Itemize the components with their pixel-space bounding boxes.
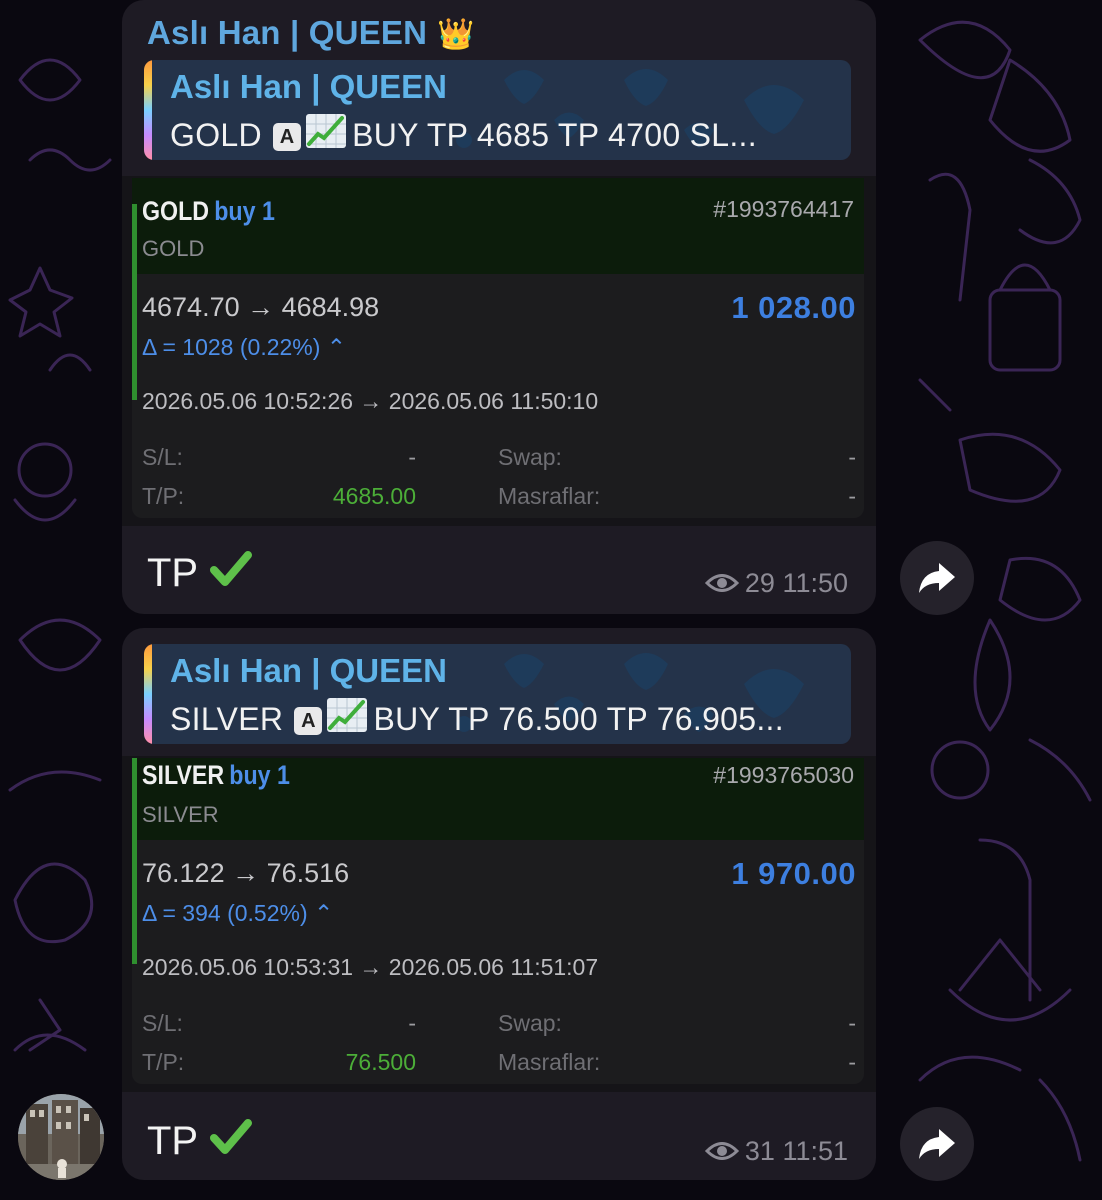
position-ticket: #1993765030: [713, 762, 854, 788]
position-side: buy 1: [214, 196, 275, 226]
message-meta: 29 11:50: [704, 568, 848, 599]
position-symbol: GOLD buy 1: [142, 196, 275, 227]
position-profit: 1 028.00: [731, 290, 856, 325]
open-close-times: 2026.05.06 10:52:26 → 2026.05.06 11:50:1…: [142, 388, 599, 414]
crown-icon: 👑: [437, 18, 475, 51]
tp-label: T/P:: [142, 1049, 185, 1075]
position-symbol: SILVER buy 1: [142, 760, 290, 791]
open-close-times: 2026.05.06 10:53:31 → 2026.05.06 11:51:0…: [142, 954, 599, 980]
open-close-prices: 76.122 → 76.516: [142, 858, 350, 888]
avatar-image: [18, 1094, 104, 1180]
swap-value: -: [848, 1010, 856, 1036]
swap-label: Swap:: [498, 444, 562, 470]
chart-increasing-icon: [327, 698, 368, 732]
channel-avatar[interactable]: [18, 1094, 104, 1180]
forward-arrow-icon: [919, 563, 955, 593]
reply-message: BUY TP 4685 TP 4700 SL...: [352, 117, 757, 153]
chart-increasing-icon: [306, 114, 347, 148]
message-time: 11:50: [782, 568, 848, 598]
view-count: 31: [744, 1136, 775, 1166]
reply-color-bar: [144, 60, 152, 160]
tp-value: 76.500: [345, 1049, 416, 1075]
sender-name[interactable]: Aslı Han | QUEEN 👑: [147, 14, 475, 52]
a-button-icon: A: [294, 707, 323, 735]
trade-screenshot[interactable]: SILVER buy 1 #1993765030 SILVER 76.122 → …: [122, 756, 876, 1092]
view-count: 29: [744, 568, 775, 598]
fees-value: -: [848, 483, 856, 509]
caption-text: TP: [147, 551, 199, 595]
message-bubble[interactable]: Aslı Han | QUEEN 👑 Aslı Han | QUEEN GOLD …: [122, 0, 876, 614]
trade-screenshot[interactable]: GOLD buy 1 #1993764417 GOLD 4674.70 → 468…: [122, 176, 876, 526]
reply-message: BUY TP 76.500 TP 76.905...: [373, 701, 784, 737]
position-indicator: [132, 758, 137, 964]
check-mark-icon: [210, 1119, 253, 1154]
reply-sender: Aslı Han | QUEEN: [170, 652, 447, 689]
eye-icon: [704, 1142, 739, 1160]
message-meta: 31 11:51: [704, 1136, 848, 1167]
open-close-prices: 4674.70 → 4684.98: [142, 292, 380, 322]
symbol-text: SILVER: [142, 760, 225, 790]
caption-text: TP: [147, 1119, 199, 1163]
position-indicator: [132, 204, 137, 400]
position-description: SILVER: [142, 802, 219, 827]
reply-text: SILVER A BUY TP 76.500 TP 76.905...: [170, 696, 784, 738]
position-card: SILVER buy 1 #1993765030 SILVER 76.122 → …: [132, 758, 864, 1084]
message-caption: TP: [147, 1118, 253, 1164]
eye-icon: [704, 574, 739, 592]
tp-value: 4685.00: [332, 483, 416, 509]
sl-label: S/L:: [142, 1010, 183, 1036]
message-caption: TP: [147, 550, 253, 596]
sl-label: S/L:: [142, 444, 183, 470]
position-description: GOLD: [142, 236, 205, 261]
forward-arrow-icon: [919, 1129, 955, 1159]
fees-value: -: [848, 1049, 856, 1075]
forward-button[interactable]: [900, 541, 974, 615]
position-profit: 1 970.00: [731, 856, 856, 891]
message-time: 11:51: [782, 1136, 848, 1166]
sl-value: -: [408, 1010, 416, 1036]
tp-label: T/P:: [142, 483, 185, 509]
swap-label: Swap:: [498, 1010, 562, 1036]
reply-sender: Aslı Han | QUEEN: [170, 68, 447, 105]
reply-text: GOLD A BUY TP 4685 TP 4700 SL...: [170, 112, 757, 154]
reply-color-bar: [144, 644, 152, 744]
reply-symbol: SILVER: [170, 701, 284, 737]
price-delta: Δ = 394 (0.52%) ⌃: [142, 900, 334, 926]
swap-value: -: [848, 444, 856, 470]
reply-symbol: GOLD: [170, 117, 262, 153]
message-bubble[interactable]: Aslı Han | QUEEN SILVER A BUY TP 76.500 …: [122, 628, 876, 1180]
reply-quote[interactable]: Aslı Han | QUEEN GOLD A BUY TP 4685 TP 4…: [144, 60, 851, 160]
sl-value: -: [408, 444, 416, 470]
fees-label: Masraflar:: [498, 483, 601, 509]
check-mark-icon: [210, 551, 253, 586]
position-card: GOLD buy 1 #1993764417 GOLD 4674.70 → 468…: [132, 178, 864, 518]
price-delta: Δ = 1028 (0.22%) ⌃: [142, 334, 347, 360]
sender-name-text: Aslı Han | QUEEN: [147, 14, 428, 51]
a-button-icon: A: [273, 123, 302, 151]
position-side: buy 1: [229, 760, 290, 790]
forward-button[interactable]: [900, 1107, 974, 1181]
reply-quote[interactable]: Aslı Han | QUEEN SILVER A BUY TP 76.500 …: [144, 644, 851, 744]
symbol-text: GOLD: [142, 196, 210, 226]
position-ticket: #1993764417: [713, 196, 854, 222]
fees-label: Masraflar:: [498, 1049, 601, 1075]
